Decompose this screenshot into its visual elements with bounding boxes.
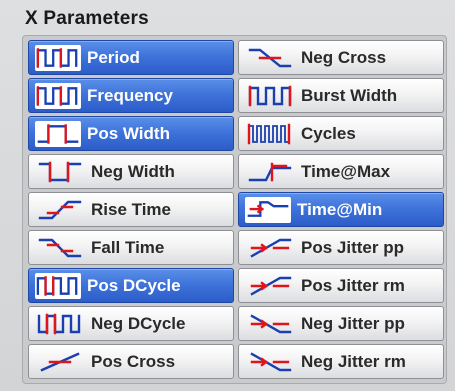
cycles-icon [245,121,295,147]
neg-width-label: Neg Width [91,161,175,181]
neg-jitter-rm-label: Neg Jitter rm [301,351,406,371]
neg-cross-button[interactable]: Neg Cross [238,40,444,75]
pos-jitter-pp-label: Pos Jitter pp [301,237,404,257]
time-at-max-button[interactable]: Time@Max [238,154,444,189]
pos-jitter-pp-icon [245,235,295,261]
period-label: Period [87,47,140,67]
time-at-max-label: Time@Max [301,161,391,181]
time-at-max-icon [245,159,295,185]
cycles-label: Cycles [301,123,356,143]
time-at-min-button[interactable]: Time@Min [238,192,444,227]
pos-dcycle-icon [35,272,81,299]
neg-dcycle-icon [35,311,85,337]
neg-width-icon [35,159,85,185]
period-icon [35,44,81,71]
frequency-button[interactable]: Frequency [28,78,234,113]
neg-cross-label: Neg Cross [301,47,387,67]
pos-dcycle-button[interactable]: Pos DCycle [28,268,234,303]
rise-time-label: Rise Time [91,199,172,219]
pos-jitter-pp-button[interactable]: Pos Jitter pp [238,230,444,265]
neg-jitter-pp-icon [245,311,295,337]
neg-dcycle-button[interactable]: Neg DCycle [28,306,234,341]
cycles-button[interactable]: Cycles [238,116,444,151]
neg-jitter-pp-button[interactable]: Neg Jitter pp [238,306,444,341]
burst-width-icon [245,83,295,109]
period-button[interactable]: Period [28,40,234,75]
pos-width-button[interactable]: Pos Width [28,116,234,151]
fall-time-label: Fall Time [91,237,165,257]
neg-width-button[interactable]: Neg Width [28,154,234,189]
burst-width-button[interactable]: Burst Width [238,78,444,113]
fall-time-button[interactable]: Fall Time [28,230,234,265]
fall-time-icon [35,235,85,261]
pos-jitter-rm-label: Pos Jitter rm [301,275,405,295]
rise-time-button[interactable]: Rise Time [28,192,234,227]
x-parameters-panel: X Parameters Period Neg Cross Frequency Bur… [0,0,455,391]
frequency-label: Frequency [87,85,173,105]
pos-width-icon [35,120,81,147]
neg-jitter-pp-label: Neg Jitter pp [301,313,405,333]
rise-time-icon [35,197,85,223]
pos-width-label: Pos Width [87,123,170,143]
pos-cross-label: Pos Cross [91,351,176,371]
time-at-min-icon [245,196,291,223]
burst-width-label: Burst Width [301,85,398,105]
frequency-icon [35,82,81,109]
neg-jitter-rm-icon [245,349,295,375]
pos-cross-icon [35,349,85,375]
time-at-min-label: Time@Min [297,199,383,219]
neg-jitter-rm-button[interactable]: Neg Jitter rm [238,344,444,379]
neg-dcycle-label: Neg DCycle [91,313,186,333]
pos-jitter-rm-button[interactable]: Pos Jitter rm [238,268,444,303]
pos-dcycle-label: Pos DCycle [87,275,181,295]
pos-jitter-rm-icon [245,273,295,299]
parameter-grid: Period Neg Cross Frequency Burst Width Pos W… [28,40,444,379]
panel-title: X Parameters [25,8,149,29]
neg-cross-icon [245,45,295,71]
pos-cross-button[interactable]: Pos Cross [28,344,234,379]
